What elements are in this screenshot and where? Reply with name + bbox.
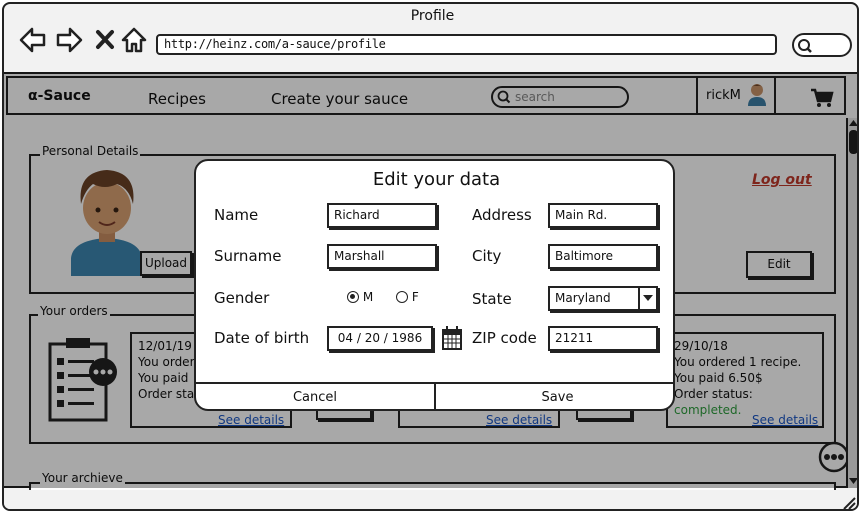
state-label: State: [472, 290, 512, 308]
address-bar[interactable]: http://heinz.com/a-sauce/profile: [156, 34, 777, 55]
forward-arrow-icon[interactable]: [56, 26, 84, 54]
dob-label: Date of birth: [214, 329, 310, 347]
resize-grip-icon[interactable]: [840, 494, 856, 510]
browser-window: Profile http://heinz.com/a-sauce/profile…: [2, 2, 859, 511]
gender-option-f: F: [411, 290, 419, 304]
radio-unchecked-icon: [396, 291, 408, 303]
save-button[interactable]: Save: [438, 384, 673, 409]
dropdown-chevron-icon[interactable]: [638, 288, 656, 309]
search-icon: [798, 39, 812, 53]
city-label: City: [472, 247, 502, 265]
modal-footer: Cancel Save: [196, 382, 673, 409]
browser-search-field[interactable]: [792, 33, 852, 57]
close-icon[interactable]: [92, 26, 120, 54]
name-label: Name: [214, 206, 259, 224]
calendar-icon[interactable]: [442, 326, 462, 350]
state-value: Maryland: [555, 291, 611, 305]
gender-label: Gender: [214, 289, 270, 307]
status-bar: [4, 490, 857, 510]
state-select[interactable]: Maryland: [548, 286, 658, 311]
dob-input[interactable]: 04 / 20 / 1986: [327, 326, 433, 351]
home-icon[interactable]: [120, 26, 148, 54]
surname-label: Surname: [214, 247, 282, 265]
gender-radio-f[interactable]: F: [396, 290, 419, 304]
modal-title: Edit your data: [372, 169, 501, 190]
address-input[interactable]: Main Rd.: [548, 203, 658, 228]
zip-label: ZIP code: [472, 329, 537, 347]
back-arrow-icon[interactable]: [18, 26, 46, 54]
surname-input[interactable]: Marshall: [327, 244, 437, 269]
radio-checked-icon: [347, 291, 359, 303]
window-title: Profile: [410, 8, 455, 24]
name-input[interactable]: Richard: [327, 203, 437, 228]
cancel-button[interactable]: Cancel: [196, 384, 436, 409]
address-label: Address: [472, 206, 532, 224]
zip-input[interactable]: 21211: [548, 326, 658, 351]
edit-data-modal: Edit your data Name Richard Surname Mars…: [194, 159, 675, 411]
city-input[interactable]: Baltimore: [548, 244, 658, 269]
gender-option-m: M: [362, 290, 374, 304]
gender-radio-m[interactable]: M: [347, 290, 373, 304]
